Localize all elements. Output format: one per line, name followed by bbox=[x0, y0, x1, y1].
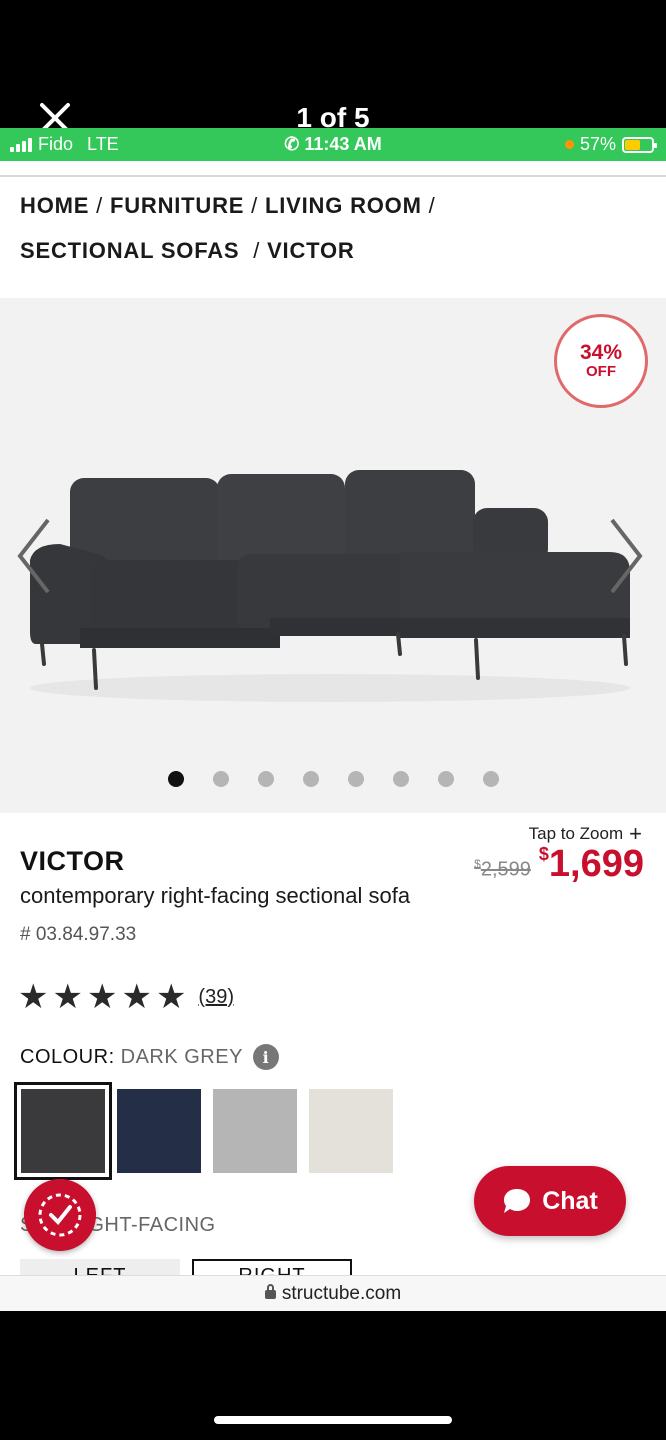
old-price-value: 2,599 bbox=[480, 859, 531, 881]
sale-price-currency: $ bbox=[538, 844, 549, 864]
discount-badge: 34% OFF bbox=[554, 314, 648, 408]
info-icon[interactable]: i bbox=[252, 1044, 279, 1070]
breadcrumb-furniture[interactable]: FURNITURE bbox=[110, 193, 244, 218]
product-name: VICTOR bbox=[20, 846, 125, 876]
status-time: 11:43 AM bbox=[304, 134, 382, 154]
product-sku: # 03.84.97.33 bbox=[20, 924, 137, 945]
chat-button[interactable]: Chat bbox=[474, 1166, 626, 1236]
gallery-dot[interactable] bbox=[257, 771, 274, 787]
star-icon: ★ bbox=[155, 978, 187, 1016]
colour-label: COLOUR: bbox=[20, 1045, 115, 1068]
rating[interactable]: ★ ★ ★ ★ ★ (39) bbox=[18, 979, 234, 1015]
breadcrumb-home[interactable]: HOME bbox=[20, 193, 89, 218]
battery-icon bbox=[622, 136, 657, 153]
chat-label: Chat bbox=[542, 1186, 598, 1215]
browser-url-bar[interactable]: structube.com bbox=[0, 1275, 666, 1311]
star-icon: ★ bbox=[86, 978, 118, 1016]
breadcrumb-sectional-sofas[interactable]: SECTIONAL SOFAS bbox=[20, 238, 239, 263]
gallery-dot[interactable] bbox=[482, 771, 499, 787]
swatch-light-grey[interactable] bbox=[213, 1089, 297, 1173]
gallery-dot[interactable] bbox=[167, 771, 184, 787]
url-domain: structube.com bbox=[281, 1283, 402, 1304]
status-bar: Fido LTE ✆ 11:43 AM 57% bbox=[0, 128, 666, 161]
battery-percent: 57% bbox=[579, 134, 616, 154]
phone-icon: ✆ bbox=[284, 134, 300, 154]
mic-indicator-icon bbox=[564, 140, 574, 149]
photo-viewer-header: 1 of 5 bbox=[0, 0, 666, 133]
battery-info: 57% bbox=[564, 134, 657, 155]
breadcrumb-current: VICTOR bbox=[267, 238, 355, 263]
divider bbox=[0, 175, 666, 177]
original-price: $2,599 bbox=[474, 857, 531, 882]
star-icon: ★ bbox=[18, 978, 49, 1016]
gallery-dot[interactable] bbox=[392, 771, 409, 787]
gallery-dot[interactable] bbox=[302, 771, 319, 787]
discount-percent: 34% bbox=[579, 341, 623, 364]
lock-icon bbox=[264, 1284, 276, 1299]
swatch-cream[interactable] bbox=[309, 1089, 393, 1173]
sofa-product-image bbox=[30, 470, 630, 702]
product-image-gallery[interactable]: 34% OFF bbox=[0, 298, 666, 813]
gallery-dot[interactable] bbox=[437, 771, 454, 787]
gallery-dot[interactable] bbox=[212, 771, 229, 787]
swatch-dark-grey[interactable] bbox=[14, 1082, 112, 1180]
price-block: $2,599 $1,699 bbox=[474, 843, 644, 886]
discount-off-label: OFF bbox=[586, 363, 616, 380]
old-price-currency: $ bbox=[474, 857, 481, 872]
sale-price: $1,699 bbox=[539, 843, 644, 886]
sale-price-value: 1,699 bbox=[548, 843, 644, 885]
previous-image-arrow-icon[interactable] bbox=[14, 516, 54, 596]
rewards-badge-icon[interactable] bbox=[24, 1179, 96, 1251]
product-description: contemporary right-facing sectional sofa bbox=[20, 883, 411, 908]
star-icon: ★ bbox=[121, 978, 152, 1016]
orientation-label-text: GHT-FACING bbox=[88, 1214, 216, 1236]
breadcrumb-living-room[interactable]: LIVING ROOM bbox=[265, 193, 422, 218]
zoom-label: Tap to Zoom bbox=[528, 824, 624, 843]
colour-selector-label: COLOUR: DARK GREY i bbox=[20, 1044, 279, 1070]
next-image-arrow-icon[interactable] bbox=[606, 516, 646, 596]
product-page: HOME / FURNITURE / LIVING ROOM / SECTION… bbox=[0, 161, 666, 1311]
star-icon: ★ bbox=[52, 978, 83, 1016]
chat-bubble-icon bbox=[504, 1189, 531, 1213]
gallery-pagination-dots[interactable] bbox=[0, 771, 666, 787]
review-count-link[interactable]: (39) bbox=[198, 986, 234, 1009]
swatch-navy[interactable] bbox=[117, 1089, 201, 1173]
gallery-dot[interactable] bbox=[347, 771, 364, 787]
battery-fill bbox=[625, 139, 640, 150]
breadcrumb: HOME / FURNITURE / LIVING ROOM / SECTION… bbox=[20, 193, 436, 263]
colour-value: DARK GREY bbox=[120, 1045, 243, 1068]
home-indicator[interactable] bbox=[214, 1416, 452, 1424]
